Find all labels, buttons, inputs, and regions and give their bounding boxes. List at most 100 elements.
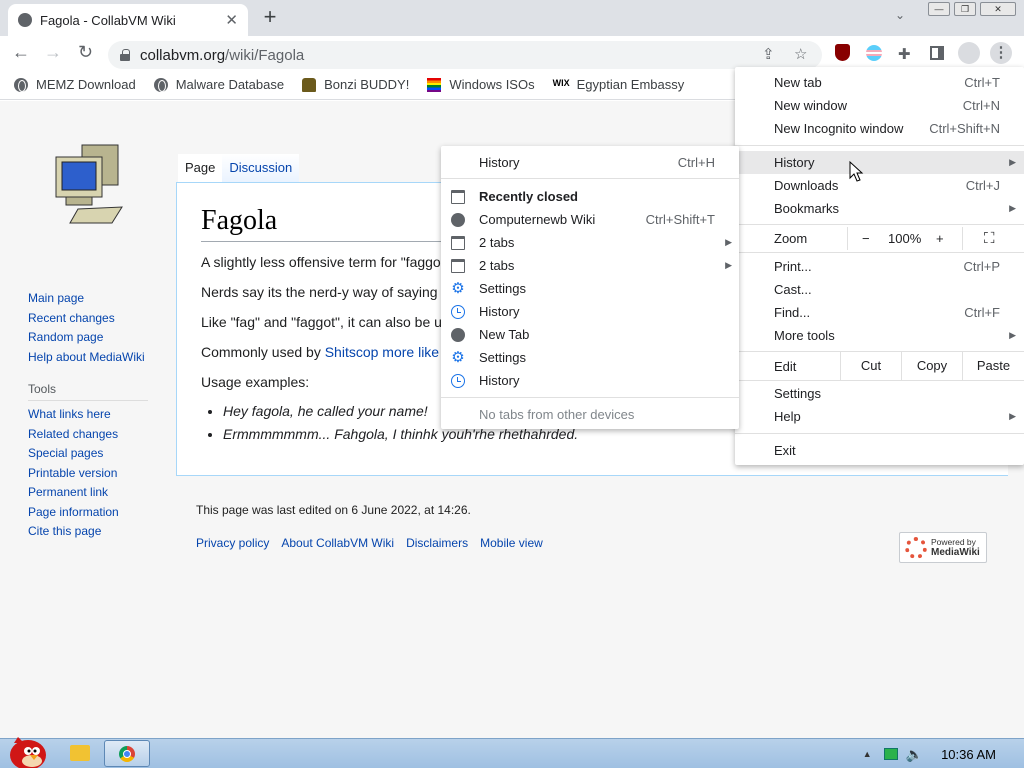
shitscop-link[interactable]: Shitscop more like bbox=[325, 344, 439, 360]
powered-by-mediawiki-badge[interactable]: Powered by MediaWiki bbox=[899, 532, 987, 563]
lock-icon[interactable] bbox=[120, 49, 130, 61]
menu-bookmarks[interactable]: Bookmarks ▶ bbox=[735, 197, 1024, 220]
tool-special-pages[interactable]: Special pages bbox=[28, 444, 119, 464]
tool-what-links-here[interactable]: What links here bbox=[28, 405, 119, 425]
network-icon[interactable] bbox=[883, 748, 898, 760]
menu-new-incognito-window[interactable]: New Incognito window Ctrl+Shift+N bbox=[735, 117, 1024, 140]
tool-page-information[interactable]: Page information bbox=[28, 503, 119, 523]
close-tab-icon[interactable]: ✕ bbox=[225, 11, 238, 29]
browser-tab[interactable]: Fagola - CollabVM Wiki ✕ bbox=[8, 4, 248, 36]
taskbar: ▲ 🔈 10:36 AM bbox=[0, 737, 1024, 768]
mediawiki-flower-icon bbox=[905, 536, 927, 559]
nav-help[interactable]: Help about MediaWiki bbox=[28, 348, 145, 368]
menu-edit-row: Edit Cut Copy Paste bbox=[735, 352, 1024, 380]
menu-help[interactable]: Help ▶ bbox=[735, 405, 1024, 428]
tool-permanent-link[interactable]: Permanent link bbox=[28, 483, 119, 503]
menu-zoom-row: Zoom − 100% + ⛶ bbox=[735, 227, 1024, 250]
zoom-level: 100% bbox=[888, 231, 922, 246]
bookmark-bonzi-buddy[interactable]: Bonzi BUDDY! bbox=[302, 77, 409, 92]
zoom-in-button[interactable]: + bbox=[936, 227, 944, 250]
clock[interactable]: 10:36 AM bbox=[941, 747, 996, 762]
menu-history[interactable]: History ▶ bbox=[735, 151, 1024, 174]
forward-icon[interactable]: → bbox=[44, 42, 62, 62]
kebab-menu-icon[interactable]: ⋮ bbox=[990, 42, 1012, 64]
tray-expand-icon[interactable]: ▲ bbox=[863, 749, 872, 759]
history-item-history[interactable]: History bbox=[441, 369, 739, 392]
fullscreen-icon[interactable]: ⛶ bbox=[984, 227, 995, 250]
tab-strip: Fagola - CollabVM Wiki ✕ + ⌄ — ❐ ✕ bbox=[0, 0, 1024, 36]
nav-random-page[interactable]: Random page bbox=[28, 328, 145, 348]
computer-logo-icon[interactable] bbox=[52, 141, 124, 225]
bookmark-windows-isos[interactable]: Windows ISOs bbox=[427, 77, 535, 92]
wix-icon: WIX bbox=[552, 77, 570, 88]
minimize-button[interactable]: — bbox=[928, 2, 950, 16]
explorer-folder-icon[interactable] bbox=[70, 745, 90, 761]
menu-new-tab[interactable]: New tab Ctrl+T bbox=[735, 71, 1024, 94]
reload-icon[interactable]: ↻ bbox=[78, 42, 93, 62]
menu-settings[interactable]: Settings bbox=[735, 382, 1024, 405]
copy-button[interactable]: Copy bbox=[901, 352, 962, 380]
history-item-settings[interactable]: ⚙ Settings bbox=[441, 277, 739, 300]
zoom-out-button[interactable]: − bbox=[862, 227, 870, 250]
tab-page[interactable]: Page bbox=[178, 154, 223, 182]
nav-main-page[interactable]: Main page bbox=[28, 289, 145, 309]
address-bar[interactable]: collabvm.org/wiki/Fagola bbox=[108, 41, 822, 69]
window-icon bbox=[451, 236, 465, 250]
menu-exit[interactable]: Exit bbox=[735, 439, 1024, 462]
history-item-new-tab[interactable]: New Tab bbox=[441, 323, 739, 346]
footer-privacy-policy[interactable]: Privacy policy bbox=[196, 536, 269, 550]
menu-new-window[interactable]: New window Ctrl+N bbox=[735, 94, 1024, 117]
footer-mobile-view[interactable]: Mobile view bbox=[480, 536, 543, 550]
chevron-right-icon: ▶ bbox=[1009, 203, 1016, 213]
footer-disclaimers[interactable]: Disclaimers bbox=[406, 536, 468, 550]
browser-toolbar: ← → ↻ collabvm.org/wiki/Fagola ⇪ ☆ ✚ ⋮ bbox=[0, 36, 1024, 70]
side-panel-icon[interactable] bbox=[930, 46, 944, 60]
bookmark-star-icon[interactable]: ☆ bbox=[794, 45, 807, 63]
chevron-right-icon: ▶ bbox=[1009, 411, 1016, 421]
history-item-2-tabs[interactable]: 2 tabs ▶ bbox=[441, 254, 739, 277]
chevron-right-icon: ▶ bbox=[1009, 157, 1016, 167]
bookmark-malware-database[interactable]: Malware Database bbox=[153, 77, 284, 92]
tool-printable-version[interactable]: Printable version bbox=[28, 464, 119, 484]
nav-recent-changes[interactable]: Recent changes bbox=[28, 309, 145, 329]
chrome-main-menu: New tab Ctrl+T New window Ctrl+N New Incog… bbox=[735, 67, 1024, 465]
gear-icon: ⚙ bbox=[451, 349, 465, 366]
history-item-settings[interactable]: ⚙ Settings bbox=[441, 346, 739, 369]
history-open-history[interactable]: History Ctrl+H bbox=[441, 151, 739, 174]
cut-button[interactable]: Cut bbox=[840, 352, 901, 380]
menu-cast[interactable]: Cast... bbox=[735, 278, 1024, 301]
share-icon[interactable]: ⇪ bbox=[762, 45, 775, 63]
start-button-angry-bird-icon[interactable] bbox=[4, 731, 48, 768]
menu-find[interactable]: Find... Ctrl+F bbox=[735, 301, 1024, 324]
history-item-computernewb-wiki[interactable]: Computernewb Wiki Ctrl+Shift+T bbox=[441, 208, 739, 231]
footer-about[interactable]: About CollabVM Wiki bbox=[281, 536, 394, 550]
taskbar-chrome-button[interactable] bbox=[104, 740, 150, 767]
window-icon bbox=[451, 259, 465, 273]
tab-discussion[interactable]: Discussion bbox=[222, 154, 300, 182]
rainbow-flag-icon bbox=[427, 77, 442, 92]
menu-downloads[interactable]: Downloads Ctrl+J bbox=[735, 174, 1024, 197]
bookmark-egyptian-embassy[interactable]: WIX Egyptian Embassy bbox=[553, 77, 685, 92]
tab-search-icon[interactable]: ⌄ bbox=[895, 8, 905, 22]
extensions-puzzle-icon[interactable]: ✚ bbox=[898, 45, 911, 63]
mouse-cursor-icon bbox=[849, 160, 864, 182]
restore-button[interactable]: ❐ bbox=[954, 2, 976, 16]
menu-print[interactable]: Print... Ctrl+P bbox=[735, 255, 1024, 278]
menu-more-tools[interactable]: More tools ▶ bbox=[735, 324, 1024, 347]
history-item-2-tabs[interactable]: 2 tabs ▶ bbox=[441, 231, 739, 254]
tool-cite-this-page[interactable]: Cite this page bbox=[28, 522, 119, 542]
globe-icon bbox=[14, 77, 28, 92]
history-item-history[interactable]: History bbox=[441, 300, 739, 323]
extension-flag-icon[interactable] bbox=[866, 45, 882, 61]
bookmark-memz-download[interactable]: MEMZ Download bbox=[14, 77, 136, 92]
paste-button[interactable]: Paste bbox=[962, 352, 1024, 380]
window-icon bbox=[451, 190, 465, 204]
profile-avatar-icon[interactable] bbox=[958, 42, 980, 64]
back-icon[interactable]: ← bbox=[12, 42, 30, 62]
new-tab-button[interactable]: + bbox=[258, 6, 282, 30]
close-window-button[interactable]: ✕ bbox=[980, 2, 1016, 16]
tool-related-changes[interactable]: Related changes bbox=[28, 425, 119, 445]
bonzi-icon bbox=[302, 77, 317, 92]
ublock-icon[interactable] bbox=[835, 44, 850, 61]
volume-icon[interactable]: 🔈 bbox=[906, 746, 923, 763]
